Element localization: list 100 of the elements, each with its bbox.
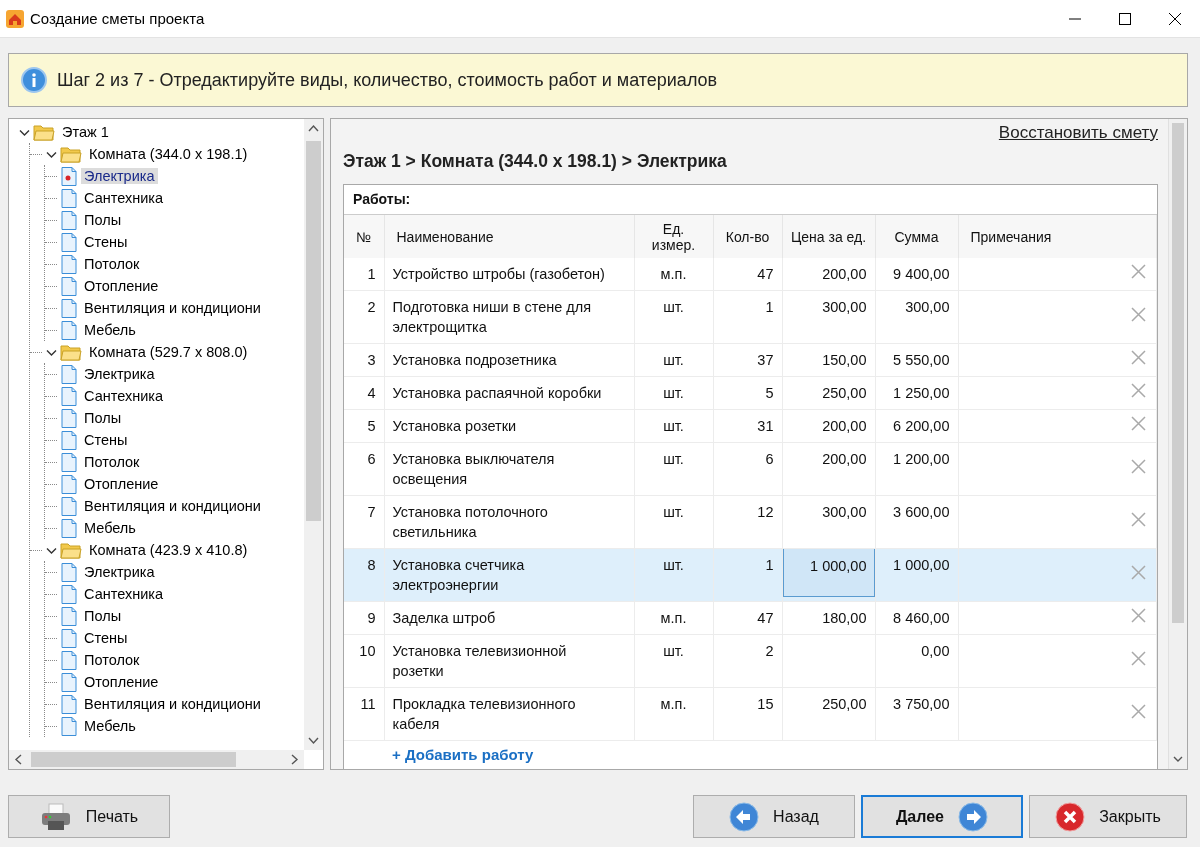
- tree-item[interactable]: Электрика: [81, 564, 158, 580]
- tree-item[interactable]: Отопление: [81, 674, 162, 690]
- tree-item[interactable]: Сантехника: [81, 190, 166, 206]
- table-cell: 12: [713, 495, 782, 549]
- table-cell: шт.: [634, 548, 713, 602]
- close-icon[interactable]: [1169, 12, 1181, 25]
- tree-item[interactable]: Мебель: [81, 718, 139, 734]
- tree-item[interactable]: Электрика: [81, 366, 158, 382]
- tree-item[interactable]: Комната (423.9 x 410.8): [86, 542, 251, 558]
- table-cell: 37: [713, 343, 782, 377]
- tree-item[interactable]: Полы: [81, 608, 125, 624]
- print-button[interactable]: Печать: [8, 795, 170, 838]
- scrollbar-thumb[interactable]: [306, 141, 321, 521]
- folder-icon: [60, 145, 82, 163]
- table-cell: 250,00: [782, 687, 875, 741]
- table-row[interactable]: 2 Подготовка ниши в стене для электрощитка шт. 1 300,00 300,00: [344, 290, 1157, 344]
- table-row[interactable]: 7 Установка потолочного светильника шт. 12 300,00 3 600,00: [344, 495, 1157, 549]
- delete-icon[interactable]: [1131, 651, 1146, 666]
- scrollbar-thumb[interactable]: [1172, 123, 1184, 623]
- table-row[interactable]: 6 Установка выключателя освещения шт. 6 200,00 1 200,00: [344, 442, 1157, 496]
- delete-icon[interactable]: [1131, 350, 1146, 365]
- tree-item[interactable]: Сантехника: [81, 586, 166, 602]
- table-cell: 1 250,00: [875, 376, 958, 410]
- tree-item[interactable]: Полы: [81, 410, 125, 426]
- table-cell: шт.: [634, 634, 713, 688]
- tree-item[interactable]: Стены: [81, 630, 131, 646]
- tree-item[interactable]: Мебель: [81, 520, 139, 536]
- add-work-link[interactable]: + Добавить работу: [392, 746, 534, 763]
- table-row[interactable]: 4 Установка распаячной коробки шт. 5 250,00 1 250,00: [344, 376, 1157, 410]
- tree-item[interactable]: Отопление: [81, 476, 162, 492]
- delete-icon[interactable]: [1131, 512, 1146, 527]
- delete-icon[interactable]: [1131, 565, 1146, 580]
- scroll-down-icon[interactable]: [1173, 756, 1183, 763]
- table-cell: м.п.: [634, 687, 713, 741]
- close-circle-icon: [1055, 801, 1086, 832]
- tree-item[interactable]: Комната (529.7 x 808.0): [86, 344, 251, 360]
- table-cell: 7: [344, 495, 384, 549]
- tree-item[interactable]: Стены: [81, 234, 131, 250]
- tree-item[interactable]: Полы: [81, 212, 125, 228]
- table-cell: Установка телевизионной розетки: [384, 634, 634, 688]
- table-row[interactable]: 11 Прокладка телевизионного кабеля м.п. 15 250,00 3 750,00: [344, 687, 1157, 741]
- scroll-down-icon[interactable]: [308, 737, 319, 745]
- column-header: Примечания: [958, 215, 1157, 258]
- back-button[interactable]: Назад: [693, 795, 855, 838]
- tree-item[interactable]: Сантехника: [81, 388, 166, 404]
- table-row[interactable]: 5 Установка розетки шт. 31 200,00 6 200,00: [344, 409, 1157, 443]
- delete-icon[interactable]: [1131, 608, 1146, 623]
- table-cell: 1 200,00: [875, 442, 958, 496]
- table-row[interactable]: 9 Заделка штроб м.п. 47 180,00 8 460,00: [344, 601, 1157, 635]
- tree-item[interactable]: Комната (344.0 x 198.1): [86, 146, 251, 162]
- delete-icon[interactable]: [1131, 307, 1146, 322]
- tree-item[interactable]: Потолок: [81, 652, 143, 668]
- table-cell: 5: [344, 409, 384, 443]
- tree-item[interactable]: Отопление: [81, 278, 162, 294]
- document-icon: [61, 276, 77, 296]
- delete-icon[interactable]: [1131, 704, 1146, 719]
- price-input[interactable]: 1 000,00: [782, 548, 875, 597]
- tree-item[interactable]: Потолок: [81, 256, 143, 272]
- next-button[interactable]: Далее: [861, 795, 1023, 838]
- scrollbar-thumb[interactable]: [31, 752, 236, 767]
- tree-item[interactable]: Стены: [81, 432, 131, 448]
- document-icon: [61, 650, 77, 670]
- delete-icon[interactable]: [1131, 264, 1146, 279]
- tree-item[interactable]: Вентиляция и кондициони: [81, 300, 264, 316]
- tree-item[interactable]: Этаж 1: [59, 124, 112, 140]
- breadcrumb: Этаж 1 > Комната (344.0 x 198.1) > Электрика: [343, 151, 728, 172]
- maximize-icon[interactable]: [1119, 12, 1131, 25]
- delete-icon[interactable]: [1131, 416, 1146, 431]
- tree-item[interactable]: Электрика: [81, 168, 158, 184]
- table-cell: м.п.: [634, 601, 713, 635]
- close-button[interactable]: Закрыть: [1029, 795, 1187, 838]
- table-cell: 2: [713, 634, 782, 688]
- delete-icon[interactable]: [1131, 383, 1146, 398]
- table-row[interactable]: 10 Установка телевизионной розетки шт. 2 0,00: [344, 634, 1157, 688]
- document-icon: [61, 694, 77, 714]
- column-header: Ед. измер.: [634, 215, 713, 258]
- table-cell: 180,00: [782, 601, 875, 635]
- tree-item[interactable]: Мебель: [81, 322, 139, 338]
- tree-item[interactable]: Вентиляция и кондициони: [81, 696, 264, 712]
- table-cell: Устройство штробы (газобетон): [384, 258, 634, 291]
- tree-item[interactable]: Вентиляция и кондициони: [81, 498, 264, 514]
- scroll-left-icon[interactable]: [14, 754, 22, 765]
- restore-estimate-link[interactable]: Восстановить смету: [998, 123, 1158, 143]
- table-row[interactable]: 8 Установка счетчика электроэнергии шт. 1 1 000,00 1 000,00: [344, 548, 1157, 602]
- scroll-right-icon[interactable]: [291, 754, 299, 765]
- table-cell: Установка подрозетника: [384, 343, 634, 377]
- document-icon: [61, 408, 77, 428]
- folder-icon: [33, 123, 55, 141]
- column-header: Кол-во: [713, 215, 782, 258]
- table-cell: Установка потолочного светильника: [384, 495, 634, 549]
- document-icon: [61, 606, 77, 626]
- table-cell: 3: [344, 343, 384, 377]
- table-cell: Установка распаячной коробки: [384, 376, 634, 410]
- scroll-up-icon[interactable]: [308, 124, 319, 132]
- table-row[interactable]: 1 Устройство штробы (газобетон) м.п. 47 200,00 9 400,00: [344, 258, 1157, 291]
- tree-item[interactable]: Потолок: [81, 454, 143, 470]
- table-row[interactable]: 3 Установка подрозетника шт. 37 150,00 5 550,00: [344, 343, 1157, 377]
- folder-icon: [60, 343, 82, 361]
- table-cell: м.п.: [634, 258, 713, 291]
- delete-icon[interactable]: [1131, 459, 1146, 474]
